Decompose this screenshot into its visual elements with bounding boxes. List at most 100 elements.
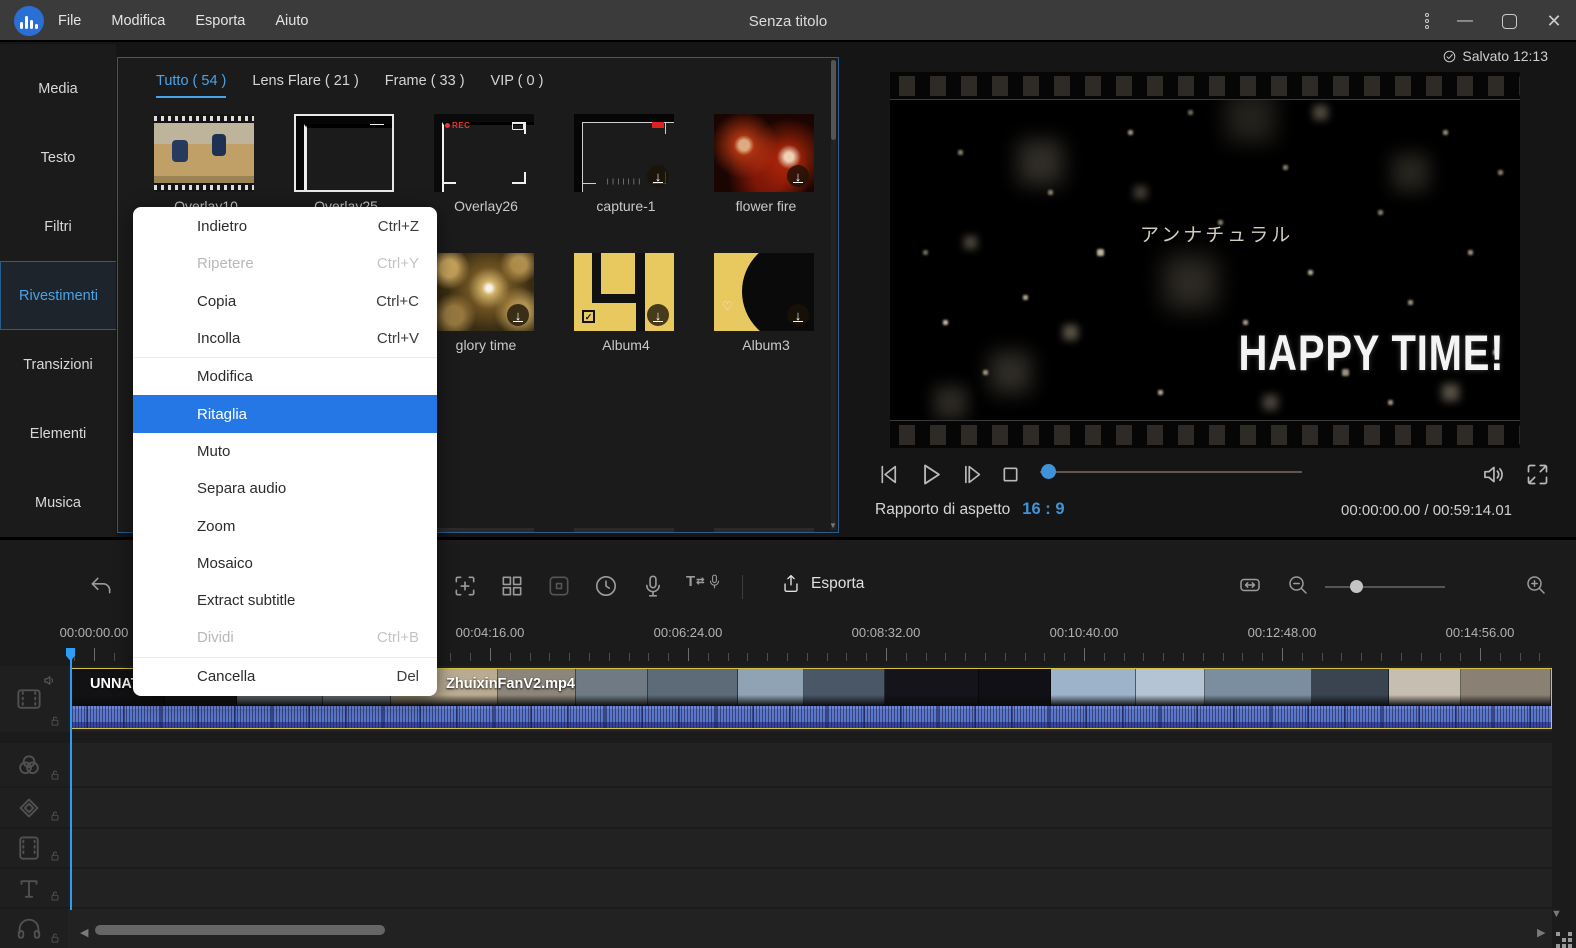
thumbnail-goldbokeh[interactable]: ↓ — [434, 253, 534, 331]
sidebar-item-testo[interactable]: Testo — [0, 123, 116, 192]
download-icon[interactable]: ↓ — [507, 304, 529, 326]
video-preview: アンナチュラル HAPPY TIME! — [890, 72, 1520, 448]
download-icon[interactable]: ↓ — [647, 304, 669, 326]
menu-item-label: Indietro — [197, 218, 247, 235]
tab-0[interactable]: Tutto ( 54 ) — [156, 73, 226, 98]
film-strip-bottom — [890, 420, 1520, 448]
duration-tool-icon[interactable] — [593, 573, 619, 604]
sidebar-item-musica[interactable]: Musica — [0, 468, 116, 537]
mosaic-tool-icon[interactable] — [499, 573, 525, 604]
context-menu-item-zoom[interactable]: Zoom — [133, 507, 437, 544]
context-menu-item-ritaglia[interactable]: Ritaglia — [133, 395, 437, 432]
timeline-zoom-knob[interactable] — [1350, 580, 1363, 593]
library-item-glory-time[interactable]: ↓glory time — [434, 253, 538, 353]
library-item-album4[interactable]: ✓↓Album4 — [574, 253, 678, 353]
library-scrollbar[interactable]: ▼ — [831, 60, 836, 530]
fullscreen-icon[interactable] — [1524, 458, 1551, 490]
thumbnail-beach[interactable] — [154, 114, 254, 192]
thumbnail-viewfinder[interactable] — [294, 114, 394, 192]
hscroll-left-icon[interactable]: ◀ — [80, 926, 88, 939]
tab-2[interactable]: Frame ( 33 ) — [385, 73, 465, 98]
thumbnail-album3[interactable]: ♡↓ — [714, 253, 814, 331]
menu-item-label: Copia — [197, 293, 236, 310]
thumbnail-album4[interactable]: ✓↓ — [574, 253, 674, 331]
sidebar-item-rivestimenti[interactable]: Rivestimenti — [0, 261, 116, 330]
zoom-in-icon[interactable] — [1524, 573, 1548, 602]
previous-frame-button[interactable] — [875, 458, 902, 490]
scroll-down-icon[interactable]: ▼ — [829, 521, 837, 530]
menu-file[interactable]: File — [58, 13, 81, 29]
ruler-tick — [1361, 653, 1362, 661]
close-button[interactable]: ✕ — [1536, 0, 1572, 42]
more-menu-icon[interactable] — [1412, 0, 1442, 42]
lock-track-icon[interactable] — [48, 809, 62, 823]
lock-track-icon[interactable] — [48, 889, 62, 903]
resize-grip[interactable] — [1556, 932, 1560, 936]
library-item-flower-fire[interactable]: ↓flower fire — [714, 114, 818, 214]
checkbox-icon: ✓ — [582, 310, 595, 323]
download-icon[interactable]: ↓ — [647, 165, 669, 187]
context-menu-item-muto[interactable]: Muto — [133, 433, 437, 470]
lock-track-icon[interactable] — [48, 849, 62, 863]
fit-timeline-icon[interactable] — [1238, 573, 1262, 602]
sidebar-item-transizioni[interactable]: Transizioni — [0, 330, 116, 399]
ruler-tick — [1143, 653, 1144, 661]
mute-track-icon[interactable] — [42, 672, 59, 689]
menu-esporta[interactable]: Esporta — [195, 13, 245, 29]
timeline-zoom-slider[interactable] — [1325, 586, 1445, 588]
library-item-capture-1[interactable]: | | | | | | |↓ capture-1 — [574, 114, 678, 214]
next-frame-button[interactable] — [958, 458, 985, 490]
thumbnail-capture[interactable]: | | | | | | |↓ — [574, 114, 674, 192]
lock-track-icon[interactable] — [48, 768, 62, 782]
volume-icon[interactable] — [1481, 458, 1508, 490]
zoom-out-icon[interactable] — [1286, 573, 1310, 602]
aspect-ratio-value[interactable]: 16 : 9 — [1022, 500, 1064, 519]
crop-tool-icon[interactable] — [452, 573, 478, 604]
thumbnail-viewfinder2[interactable]: REC — [434, 114, 534, 192]
stop-button[interactable] — [997, 458, 1024, 490]
ruler-tick — [728, 653, 729, 661]
ruler-tick — [668, 653, 669, 661]
sidebar-item-filtri[interactable]: Filtri — [0, 192, 116, 261]
download-icon[interactable]: ↓ — [787, 304, 809, 326]
tab-3[interactable]: VIP ( 0 ) — [491, 73, 544, 98]
maximize-button[interactable] — [1492, 0, 1526, 42]
ruler-label: 00:14:56.00 — [1446, 625, 1515, 640]
lock-track-icon[interactable] — [48, 931, 62, 945]
library-item-album3[interactable]: ♡↓Album3 — [714, 253, 818, 353]
library-item-overlay26[interactable]: RECOverlay26 — [434, 114, 538, 214]
text-to-speech-icon[interactable]: T⇄ — [686, 573, 723, 590]
seek-bar[interactable] — [1040, 471, 1302, 473]
context-menu-item-separa-audio[interactable]: Separa audio — [133, 470, 437, 507]
context-menu-item-indietro[interactable]: IndietroCtrl+Z — [133, 208, 437, 245]
context-menu-item-mosaico[interactable]: Mosaico — [133, 545, 437, 582]
thumbnail-label: capture-1 — [574, 198, 678, 214]
hscroll-right-icon[interactable]: ▶ — [1537, 926, 1545, 939]
sidebar-item-elementi[interactable]: Elementi — [0, 399, 116, 468]
undo-button[interactable] — [88, 573, 114, 604]
thumbnail-fireworks[interactable]: ↓ — [714, 114, 814, 192]
vscroll-down-icon[interactable]: ▼ — [1551, 908, 1562, 920]
library-item-overlay10[interactable]: Overlay10 — [154, 114, 258, 214]
menu-modifica[interactable]: Modifica — [111, 13, 165, 29]
play-button[interactable] — [916, 458, 945, 490]
menu-aiuto[interactable]: Aiuto — [275, 13, 308, 29]
ruler-tick — [1242, 653, 1243, 661]
record-voiceover-icon[interactable] — [640, 573, 666, 604]
context-menu-item-modifica[interactable]: Modifica — [133, 358, 437, 395]
horizontal-scrollbar[interactable] — [95, 925, 385, 935]
freeze-frame-icon[interactable] — [546, 573, 572, 604]
context-menu-item-extract-subtitle[interactable]: Extract subtitle — [133, 582, 437, 619]
playhead[interactable] — [70, 648, 72, 910]
context-menu-item-copia[interactable]: CopiaCtrl+C — [133, 283, 437, 320]
download-icon[interactable]: ↓ — [787, 165, 809, 187]
library-item-overlay25[interactable]: Overlay25 — [294, 114, 398, 214]
tab-1[interactable]: Lens Flare ( 21 ) — [252, 73, 358, 98]
export-button[interactable]: Esporta — [780, 573, 864, 595]
sidebar-item-media[interactable]: Media — [0, 54, 116, 123]
context-menu-item-cancella[interactable]: CancellaDel — [133, 658, 437, 695]
context-menu-item-incolla[interactable]: IncollaCtrl+V — [133, 320, 437, 357]
seek-knob[interactable] — [1041, 464, 1056, 479]
lock-track-icon[interactable] — [48, 714, 62, 728]
minimize-button[interactable]: — — [1448, 0, 1482, 42]
